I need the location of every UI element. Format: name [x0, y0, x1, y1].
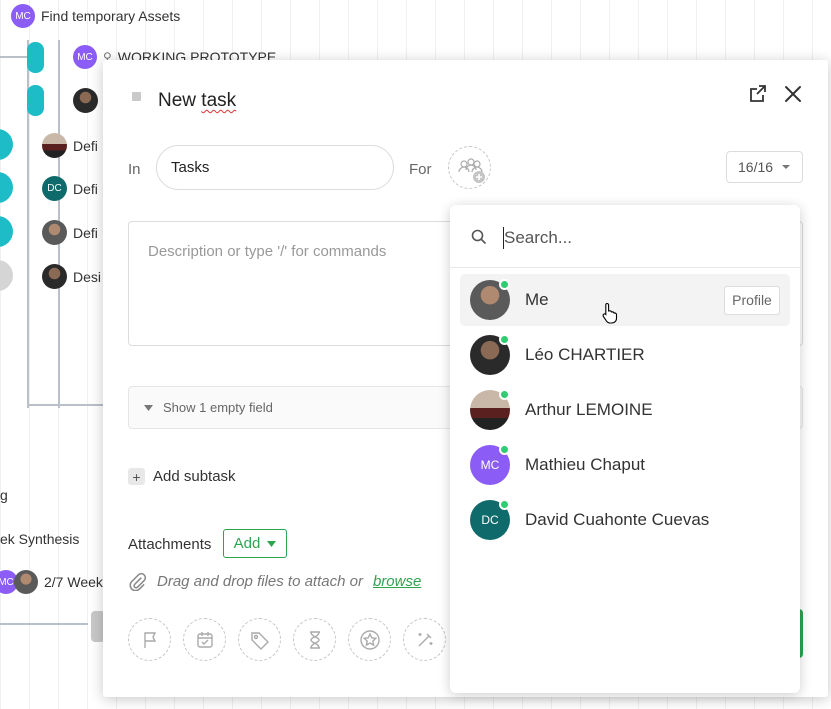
text-caret: [503, 227, 504, 249]
connector-line: [27, 404, 107, 406]
search-row: [450, 205, 800, 268]
plus-icon: +: [128, 468, 145, 485]
magic-wand-button[interactable]: [403, 618, 446, 661]
avatar: [14, 570, 38, 594]
avatar: [42, 220, 67, 245]
bg-row-label: Desi: [73, 268, 102, 285]
user-option[interactable]: MC Mathieu Chaput: [460, 439, 790, 491]
caret-down-icon: [144, 404, 153, 411]
add-subtask-button[interactable]: + Add subtask: [128, 468, 236, 485]
bg-row-label: g: [0, 487, 8, 503]
calendar-icon: [196, 631, 213, 648]
timeline-node[interactable]: [0, 216, 13, 247]
close-icon[interactable]: [781, 82, 805, 106]
timeline-node[interactable]: [0, 172, 13, 203]
in-label: In: [128, 161, 141, 178]
bg-row[interactable]: Desi: [42, 264, 101, 289]
browse-link[interactable]: browse: [373, 573, 421, 590]
description-placeholder: Description or type '/' for commands: [148, 243, 387, 260]
bg-row[interactable]: Defi: [42, 220, 98, 245]
search-input[interactable]: [504, 225, 774, 251]
estimate-button[interactable]: [293, 618, 336, 661]
user-name: Mathieu Chaput: [525, 455, 646, 474]
drop-text: Drag and drop files to attach or: [157, 573, 363, 590]
tag-icon: [250, 631, 269, 650]
bg-row[interactable]: MC 2/7 Week: [0, 570, 103, 594]
add-subtask-label: Add subtask: [153, 468, 236, 485]
open-external-icon[interactable]: [746, 82, 770, 106]
online-indicator: [499, 279, 510, 290]
avatar: [73, 88, 98, 113]
bg-row[interactable]: Defi: [42, 133, 98, 158]
task-title[interactable]: New task: [158, 90, 236, 112]
timeline-pill[interactable]: [27, 42, 44, 73]
connector-line: [0, 623, 88, 625]
task-title-prefix: New: [158, 90, 202, 111]
priority-flag-button[interactable]: [128, 618, 171, 661]
caret-down-icon: [267, 540, 277, 547]
avatar: MC: [11, 4, 35, 28]
assignee-button[interactable]: [448, 146, 491, 189]
bg-row-label: Defi: [73, 224, 98, 241]
online-indicator: [499, 499, 510, 510]
hand-cursor-icon: [602, 302, 618, 324]
timeline-node[interactable]: [0, 129, 13, 160]
star-icon: [359, 629, 380, 650]
add-attachment-button[interactable]: Add: [223, 529, 287, 558]
bg-row-label: Defi: [73, 137, 98, 154]
chevron-down-icon: [782, 165, 791, 169]
user-name: Me: [525, 290, 549, 309]
user-name: Arthur LEMOINE: [525, 400, 653, 419]
task-title-word: task: [201, 90, 237, 111]
timeline-node[interactable]: [0, 260, 13, 291]
rating-button[interactable]: [348, 618, 391, 661]
avatar: [42, 264, 67, 289]
bg-row-label: Defi: [73, 180, 98, 197]
status-indicator[interactable]: [132, 92, 141, 101]
add-attachment-label: Add: [233, 535, 261, 552]
for-label: For: [409, 161, 432, 178]
timeline-pill[interactable]: [27, 85, 44, 116]
search-icon: [471, 229, 487, 245]
paperclip-icon: [129, 572, 147, 591]
magic-wand-icon: [418, 632, 432, 646]
slot-counter[interactable]: 16/16: [726, 151, 803, 183]
hourglass-icon: [309, 630, 320, 649]
user-option[interactable]: DC David Cuahonte Cuevas: [460, 494, 790, 546]
bg-row-label: ek Synthesis: [0, 531, 80, 547]
bg-row[interactable]: g: [0, 487, 8, 503]
avatar: [42, 133, 67, 158]
project-field[interactable]: Tasks: [156, 145, 394, 190]
bg-row-label: Find temporary Assets: [41, 8, 181, 24]
online-indicator: [499, 389, 510, 400]
user-option-me[interactable]: Me Profile: [460, 274, 790, 326]
due-date-button[interactable]: [183, 618, 226, 661]
online-indicator: [499, 444, 510, 455]
bg-row[interactable]: DC Defi: [42, 176, 98, 201]
tags-button[interactable]: [238, 618, 281, 661]
user-option[interactable]: Arthur LEMOINE: [460, 384, 790, 436]
bg-row[interactable]: MC Find temporary Assets: [11, 4, 180, 28]
avatar: MC: [73, 45, 97, 69]
file-drop-zone[interactable]: Drag and drop files to attach or browse: [128, 572, 421, 591]
assignee-dropdown: Me Profile Léo CHARTIER Arthur LEMOINE M…: [450, 205, 800, 693]
user-option[interactable]: Léo CHARTIER: [460, 329, 790, 381]
online-indicator: [499, 334, 510, 345]
add-people-icon: [458, 158, 485, 183]
bg-row[interactable]: ek Synthesis: [0, 531, 79, 547]
attachments-label: Attachments: [128, 536, 212, 553]
counter-value: 16/16: [738, 159, 774, 175]
project-field-value: Tasks: [171, 159, 210, 176]
bg-row-label: 2/7 Week: [44, 574, 103, 590]
show-empty-field-label: Show 1 empty field: [163, 400, 273, 415]
connector-line: [0, 56, 28, 58]
avatar: DC: [42, 176, 67, 201]
user-name: Léo CHARTIER: [525, 345, 645, 364]
profile-button[interactable]: Profile: [724, 285, 780, 315]
user-name: David Cuahonte Cuevas: [525, 510, 710, 529]
flag-icon: [143, 631, 156, 648]
